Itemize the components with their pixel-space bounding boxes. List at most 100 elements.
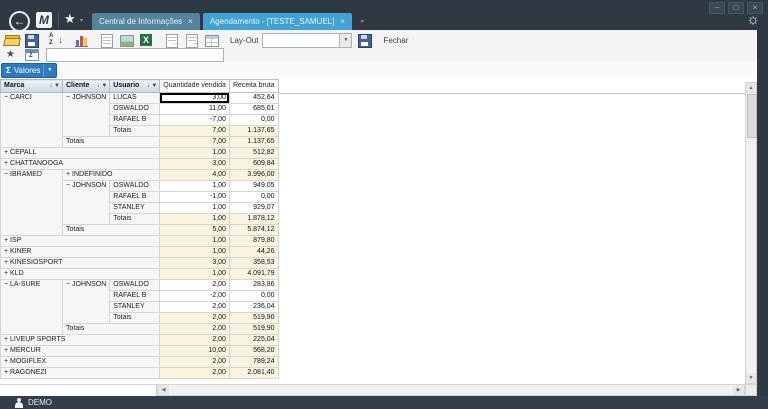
- grid-layout-icon[interactable]: [204, 33, 220, 48]
- row-header-cell[interactable]: + ISP: [0, 235, 161, 247]
- revenue-cell[interactable]: 685,01: [228, 103, 279, 115]
- quantity-cell[interactable]: 11,00: [159, 103, 230, 115]
- print-preview-icon[interactable]: [99, 33, 115, 48]
- revenue-cell[interactable]: 949,05: [228, 180, 279, 192]
- revenue-cell[interactable]: 225,04: [228, 334, 279, 346]
- row-header-cell[interactable]: + MOGIFLEX: [0, 356, 161, 368]
- revenue-cell[interactable]: 4.091,79: [228, 268, 279, 280]
- row-header-cell[interactable]: OSWALDO: [109, 279, 161, 291]
- quantity-cell[interactable]: 2,00: [159, 312, 230, 324]
- row-header-cell[interactable]: + CEPALL: [0, 147, 161, 159]
- quantity-cell[interactable]: -2,00: [159, 290, 230, 302]
- quantity-cell[interactable]: 1,00: [159, 213, 230, 225]
- quantity-cell[interactable]: 7,00: [159, 136, 230, 148]
- row-header-cell[interactable]: + KINER: [0, 246, 161, 258]
- tab-close-icon[interactable]: ×: [188, 13, 193, 30]
- row-header-cell[interactable]: − JOHNSON: [61, 92, 111, 137]
- revenue-cell[interactable]: 519,90: [228, 312, 279, 324]
- chevron-down-icon[interactable]: ▼: [43, 64, 52, 77]
- back-icon[interactable]: ←: [9, 11, 30, 32]
- row-header-cell[interactable]: − LA-SURE: [0, 279, 63, 335]
- row-header-cell[interactable]: RAFAEL B: [109, 191, 161, 203]
- column-header-usuario[interactable]: Usuario ↓ ▼: [109, 79, 161, 93]
- column-header-cliente[interactable]: Cliente ↓ ▼: [61, 79, 111, 93]
- vertical-scrollbar[interactable]: ▲ ▼: [745, 82, 757, 384]
- quantity-cell[interactable]: -7,00: [159, 114, 230, 126]
- revenue-cell[interactable]: 0,00: [228, 191, 279, 203]
- row-header-cell[interactable]: LUCAS: [109, 92, 161, 104]
- horizontal-scrollbar[interactable]: ◀ ▶: [157, 384, 745, 396]
- column-header-receita[interactable]: Receita bruta: [228, 79, 279, 93]
- quantity-cell[interactable]: 1,00: [159, 246, 230, 258]
- revenue-cell[interactable]: 236,04: [228, 301, 279, 313]
- quantity-cell[interactable]: 3,00: [159, 92, 230, 104]
- row-header-cell[interactable]: − JOHNSON: [61, 180, 111, 225]
- scroll-right-icon[interactable]: ▶: [733, 385, 744, 395]
- quantity-cell[interactable]: 1,00: [159, 147, 230, 159]
- revenue-cell[interactable]: 358,53: [228, 257, 279, 269]
- revenue-cell[interactable]: 512,82: [228, 147, 279, 159]
- row-header-cell[interactable]: + LIVEUP SPORTS: [0, 334, 161, 346]
- revenue-cell[interactable]: 452,64: [228, 92, 279, 104]
- revenue-cell[interactable]: 929,07: [228, 202, 279, 214]
- sort-az-icon[interactable]: A Z ↓: [49, 33, 65, 48]
- quantity-cell[interactable]: 7,00: [159, 125, 230, 137]
- quantity-cell[interactable]: 2,00: [159, 301, 230, 313]
- open-icon[interactable]: [3, 33, 21, 48]
- row-header-cell[interactable]: Totais: [61, 136, 161, 148]
- revenue-cell[interactable]: 1.878,12: [228, 213, 279, 225]
- quantity-cell[interactable]: 3,00: [159, 257, 230, 269]
- quantity-cell[interactable]: 1,00: [159, 235, 230, 247]
- tab-central-de-informacoes[interactable]: Central de Informações ×: [92, 13, 200, 30]
- minimize-button[interactable]: –: [709, 2, 725, 14]
- image-export-icon[interactable]: [119, 33, 135, 48]
- chart-icon[interactable]: [74, 33, 90, 48]
- revenue-cell[interactable]: 519,90: [228, 323, 279, 335]
- row-header-cell[interactable]: Totais: [61, 323, 161, 335]
- scroll-left-icon[interactable]: ◀: [158, 385, 169, 395]
- row-header-cell[interactable]: + KLD: [0, 268, 161, 280]
- import-file-icon[interactable]: →: [184, 33, 200, 48]
- quantity-cell[interactable]: 2,00: [159, 323, 230, 335]
- row-header-cell[interactable]: Totais: [109, 125, 161, 137]
- row-header-cell[interactable]: + RAGONEZI: [0, 367, 161, 379]
- tab-close-icon[interactable]: ×: [340, 13, 345, 30]
- quantity-cell[interactable]: -1,00: [159, 191, 230, 203]
- save-layout-icon[interactable]: [357, 33, 373, 48]
- row-header-cell[interactable]: Totais: [109, 312, 161, 324]
- export-file-icon[interactable]: →: [164, 33, 180, 48]
- valores-field-button[interactable]: Σ Valores ▼: [1, 63, 58, 78]
- fechar-button[interactable]: Fechar: [383, 36, 408, 45]
- row-header-cell[interactable]: STANLEY: [109, 202, 161, 214]
- column-header-quantidade[interactable]: Quantidade vendida: [159, 79, 230, 93]
- row-header-cell[interactable]: RAFAEL B: [109, 114, 161, 126]
- star-icon[interactable]: ★: [64, 11, 76, 27]
- excel-export-icon[interactable]: X: [139, 33, 155, 48]
- row-header-cell[interactable]: + INDEFINIDO: [61, 169, 161, 181]
- revenue-cell[interactable]: 3.996,00: [228, 169, 279, 181]
- row-header-cell[interactable]: RAFAEL B: [109, 290, 161, 302]
- scroll-up-icon[interactable]: ▲: [746, 83, 756, 93]
- revenue-cell[interactable]: 568,20: [228, 345, 279, 357]
- column-header-marca[interactable]: Marca ↓ ▼: [0, 79, 63, 93]
- revenue-cell[interactable]: 789,24: [228, 356, 279, 368]
- vertical-scroll-thumb[interactable]: [747, 94, 757, 138]
- revenue-cell[interactable]: 0,00: [228, 114, 279, 126]
- quantity-cell[interactable]: 1,00: [159, 202, 230, 214]
- revenue-cell[interactable]: 609,84: [228, 158, 279, 170]
- revenue-cell[interactable]: 1.137,65: [228, 136, 279, 148]
- quantity-cell[interactable]: 5,00: [159, 224, 230, 236]
- revenue-cell[interactable]: 1.137,65: [228, 125, 279, 137]
- row-header-cell[interactable]: Totais: [109, 213, 161, 225]
- quantity-cell[interactable]: 2,00: [159, 367, 230, 379]
- row-header-cell[interactable]: + KINESIOSPORT: [0, 257, 161, 269]
- revenue-cell[interactable]: 5.874,12: [228, 224, 279, 236]
- quantity-cell[interactable]: 1,00: [159, 180, 230, 192]
- quantity-cell[interactable]: 10,00: [159, 345, 230, 357]
- revenue-cell[interactable]: 879,80: [228, 235, 279, 247]
- favorite-icon[interactable]: ★: [4, 47, 20, 62]
- filter-input[interactable]: [46, 47, 224, 62]
- row-header-cell[interactable]: + CHATTANOOGA: [0, 158, 161, 170]
- chevron-down-icon[interactable]: ▼: [339, 33, 352, 47]
- maximize-button[interactable]: □: [728, 2, 744, 14]
